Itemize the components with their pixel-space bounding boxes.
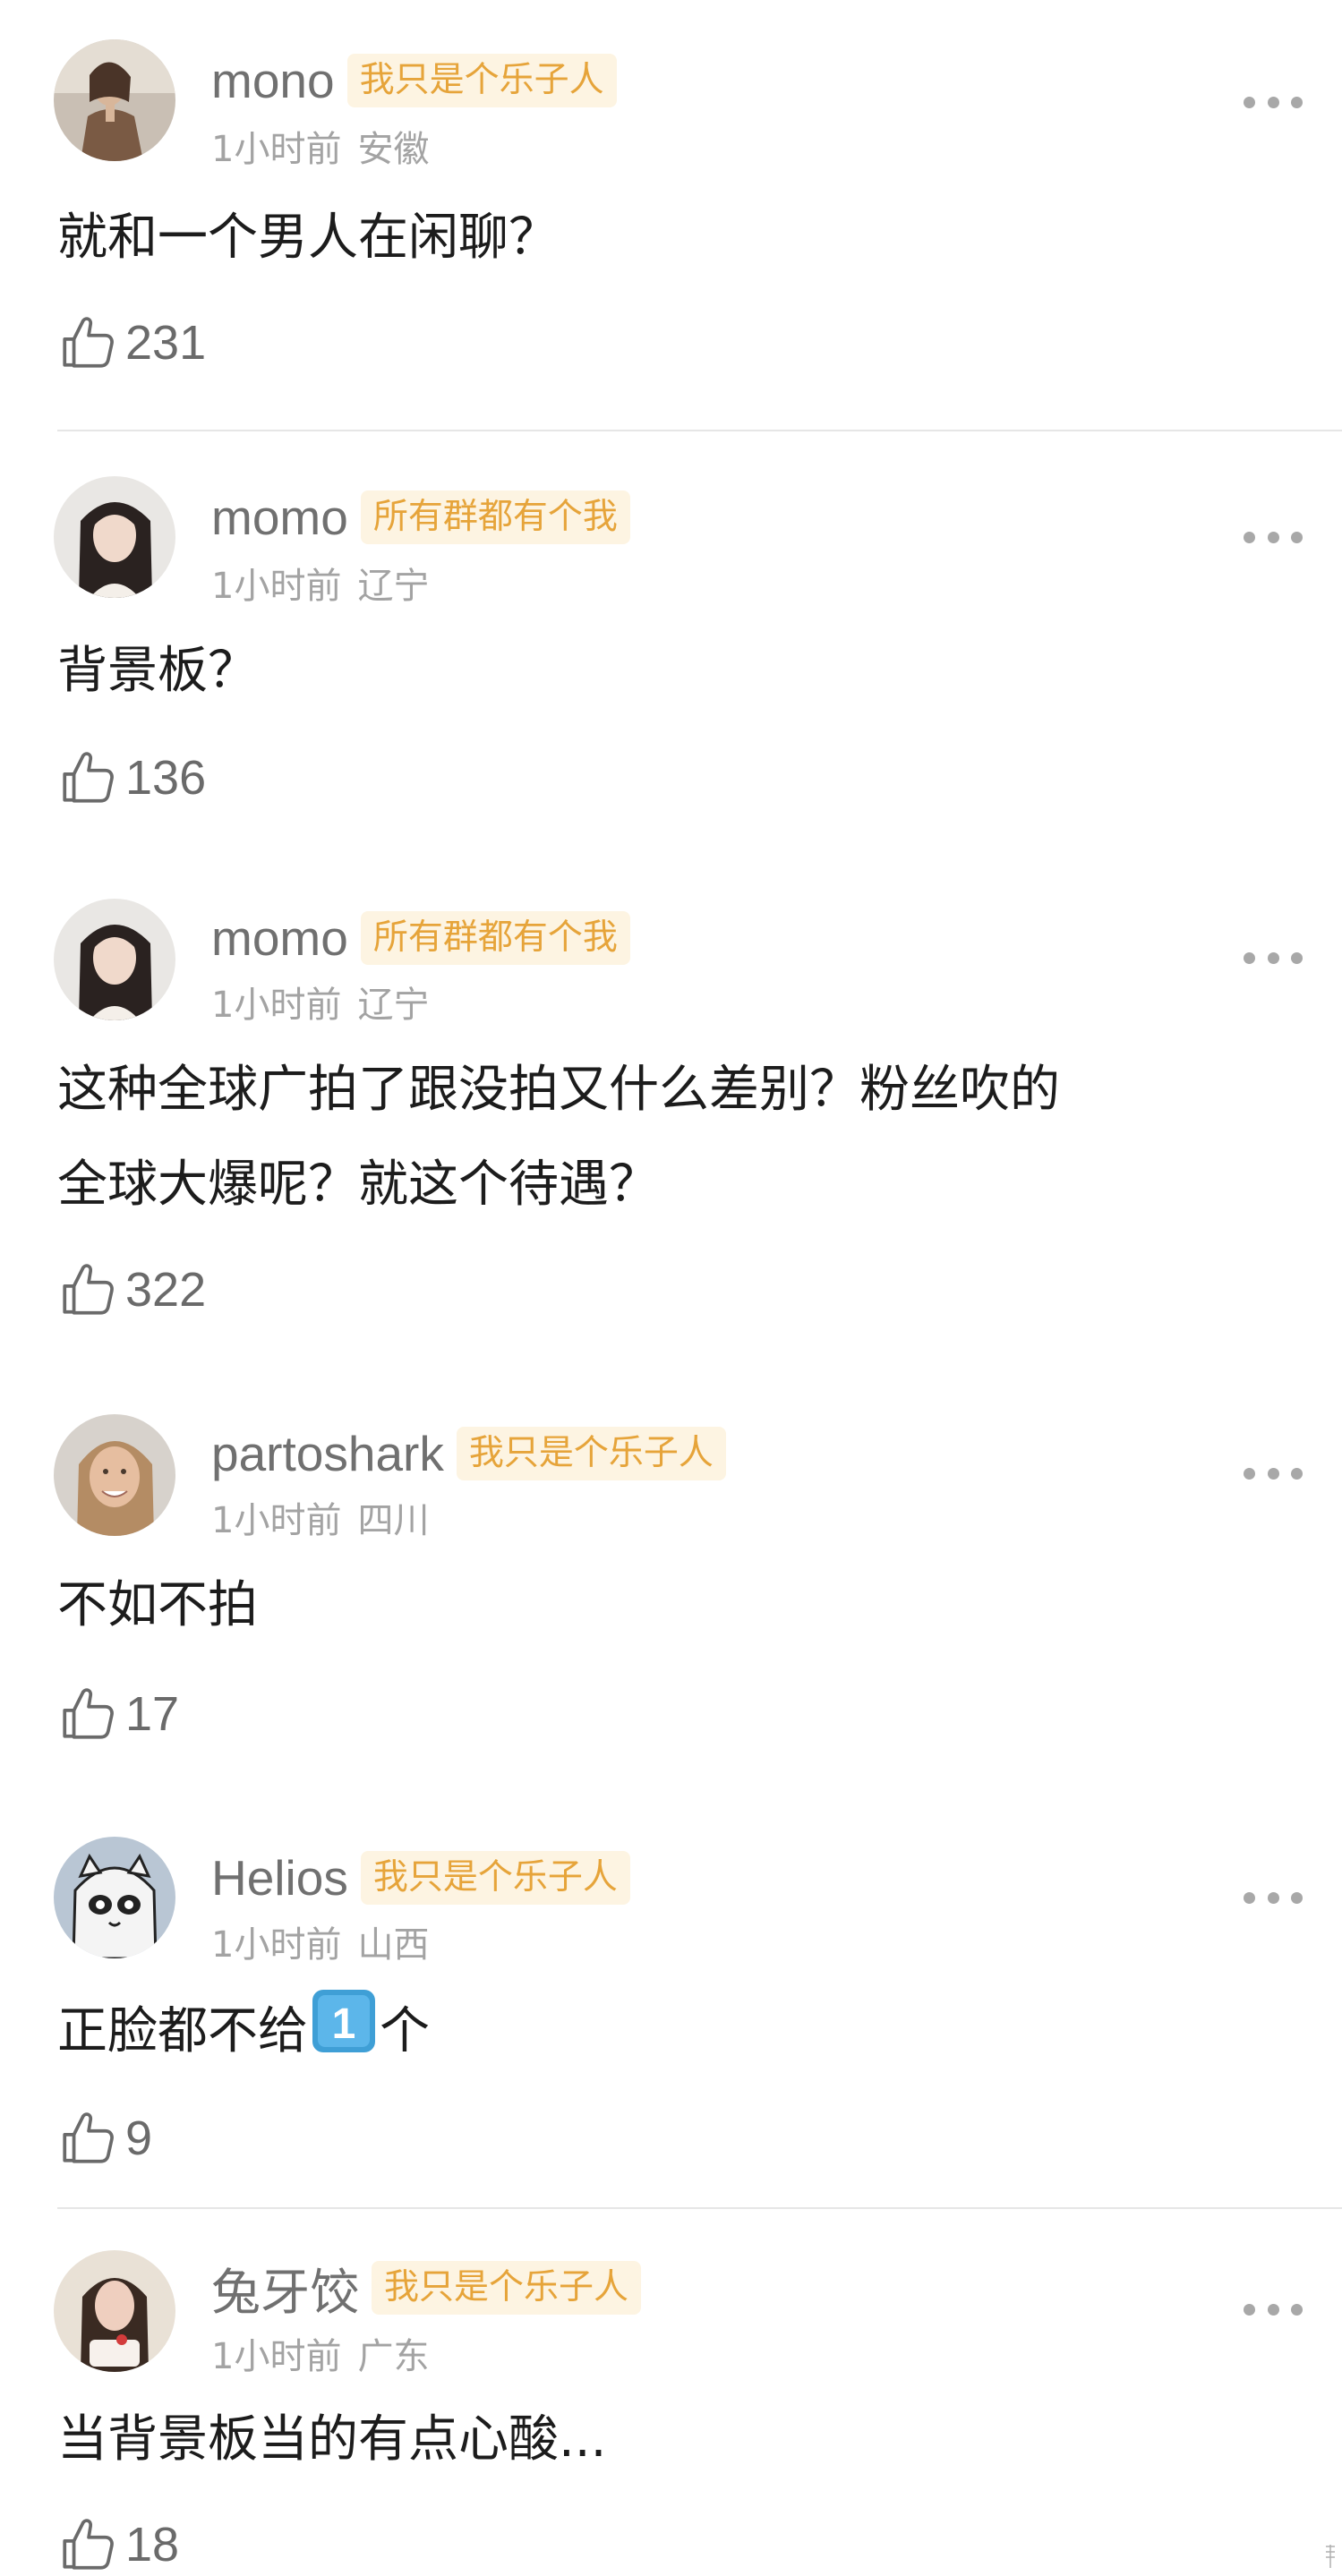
user-avatar[interactable]	[54, 1837, 175, 1958]
like-count: 231	[125, 316, 207, 370]
name-row: momo 所有群都有个我	[211, 906, 630, 970]
username[interactable]: momo	[211, 909, 348, 967]
user-tag: 我只是个乐子人	[360, 1851, 630, 1905]
avatar-photo-woman-coat-icon	[54, 39, 175, 161]
like-count: 322	[125, 1263, 207, 1317]
name-row: mono 我只是个乐子人	[211, 48, 617, 113]
username[interactable]: 兔牙饺	[211, 2252, 359, 2324]
comment-item: Helios 我只是个乐子人 1小时前 山西 正脸都不给 1 个 9	[0, 1797, 1342, 2209]
comment-item: momo 所有群都有个我 1小时前 辽宁 背景板？ 136	[0, 437, 1342, 866]
user-avatar[interactable]	[54, 1414, 175, 1536]
comment-text: 不如不拍	[57, 1576, 258, 1634]
comment-text-part: 正脸都不给	[57, 2002, 308, 2060]
more-options-icon[interactable]	[1244, 2302, 1303, 2316]
scroll-indicator-icon	[1326, 2545, 1335, 2568]
like-button[interactable]: 231	[57, 311, 206, 374]
user-tag: 我只是个乐子人	[346, 54, 617, 107]
comment-text-line: 全球大爆呢？就这个待遇？	[57, 1156, 659, 1214]
avatar-photo-girl-dark-hair-icon	[54, 476, 175, 598]
comment-item: momo 所有群都有个我 1小时前 辽宁 这种全球广拍了跟没拍又什么差别？粉丝吹的…	[0, 859, 1342, 1361]
avatar-photo-smiling-woman-icon	[54, 1414, 175, 1536]
comment-location: 安徽	[357, 129, 430, 170]
name-row: 兔牙饺 我只是个乐子人	[211, 2256, 642, 2320]
more-options-icon[interactable]	[1244, 530, 1303, 544]
like-count: 17	[125, 1687, 180, 1741]
username[interactable]: momo	[211, 489, 348, 546]
comment-meta: 1小时前 广东	[211, 2327, 429, 2379]
more-options-icon[interactable]	[1244, 951, 1303, 965]
comment-time: 1小时前	[211, 1500, 342, 1541]
thumbs-up-icon	[57, 2109, 116, 2168]
comment-item: mono 我只是个乐子人 1小时前 安徽 就和一个男人在闲聊？ 231	[0, 0, 1342, 448]
like-count: 9	[125, 2111, 153, 2165]
comment-time: 1小时前	[211, 566, 342, 607]
thumbs-up-icon	[57, 2515, 116, 2574]
user-tag: 我只是个乐子人	[372, 2261, 642, 2315]
more-options-icon[interactable]	[1244, 95, 1303, 109]
like-count: 18	[125, 2518, 180, 2572]
comment-text: 当背景板当的有点心酸...	[57, 2410, 607, 2469]
comment-location: 广东	[357, 2336, 430, 2377]
comment-location: 辽宁	[357, 566, 430, 607]
avatar-photo-woman-cake-icon	[54, 2250, 175, 2372]
user-tag: 所有群都有个我	[360, 911, 630, 965]
thumbs-up-icon	[57, 1685, 116, 1744]
more-options-icon[interactable]	[1244, 1466, 1303, 1480]
username[interactable]: partoshark	[211, 1425, 444, 1482]
thumbs-up-icon	[57, 313, 116, 372]
comment-text-part: 个	[380, 2002, 430, 2060]
avatar-photo-girl-dark-hair-icon	[54, 899, 175, 1020]
comment-time: 1小时前	[211, 985, 342, 1026]
more-options-icon[interactable]	[1244, 1890, 1303, 1905]
comment-meta: 1小时前 山西	[211, 1915, 429, 1967]
name-row: partoshark 我只是个乐子人	[211, 1421, 726, 1486]
like-button[interactable]: 9	[57, 2107, 152, 2170]
username[interactable]: mono	[211, 52, 335, 109]
comment-meta: 1小时前 辽宁	[211, 557, 429, 609]
comment-location: 四川	[357, 1500, 430, 1541]
comment-location: 辽宁	[357, 985, 430, 1026]
thumbs-up-icon	[57, 1260, 116, 1319]
comment-time: 1小时前	[211, 2336, 342, 2377]
avatar-cartoon-raccoon-icon	[54, 1837, 175, 1958]
comment-location: 山西	[357, 1924, 430, 1966]
like-button[interactable]: 17	[57, 1683, 179, 1745]
comment-text-line: 这种全球广拍了跟没拍又什么差别？粉丝吹的	[57, 1061, 1060, 1119]
user-tag: 所有群都有个我	[360, 490, 630, 544]
name-row: Helios 我只是个乐子人	[211, 1846, 630, 1910]
divider	[57, 430, 1342, 431]
comment-item: 兔牙饺 我只是个乐子人 1小时前 广东 当背景板当的有点心酸... 18	[0, 2211, 1342, 2575]
like-button[interactable]: 322	[57, 1258, 206, 1321]
comment-item: partoshark 我只是个乐子人 1小时前 四川 不如不拍 17	[0, 1375, 1342, 1804]
user-avatar[interactable]	[54, 476, 175, 598]
keycap-digit-one-emoji: 1	[312, 1990, 375, 2052]
name-row: momo 所有群都有个我	[211, 485, 630, 550]
comment-text: 就和一个男人在闲聊？	[57, 209, 559, 267]
comment-meta: 1小时前 辽宁	[211, 976, 429, 1028]
comment-text: 正脸都不给 1 个	[57, 1987, 1293, 2075]
like-button[interactable]: 18	[57, 2513, 179, 2576]
user-avatar[interactable]	[54, 39, 175, 161]
comment-time: 1小时前	[211, 129, 342, 170]
user-avatar[interactable]	[54, 899, 175, 1020]
user-tag: 我只是个乐子人	[456, 1427, 726, 1480]
comment-time: 1小时前	[211, 1924, 342, 1966]
like-count: 136	[125, 751, 207, 805]
svg-text:1: 1	[332, 2000, 356, 2048]
user-avatar[interactable]	[54, 2250, 175, 2372]
thumbs-up-icon	[57, 748, 116, 807]
comment-meta: 1小时前 四川	[211, 1491, 429, 1543]
divider	[57, 2207, 1342, 2209]
comment-text: 背景板？	[57, 642, 258, 700]
username[interactable]: Helios	[211, 1849, 348, 1906]
like-button[interactable]: 136	[57, 746, 206, 809]
comment-meta: 1小时前 安徽	[211, 120, 429, 172]
